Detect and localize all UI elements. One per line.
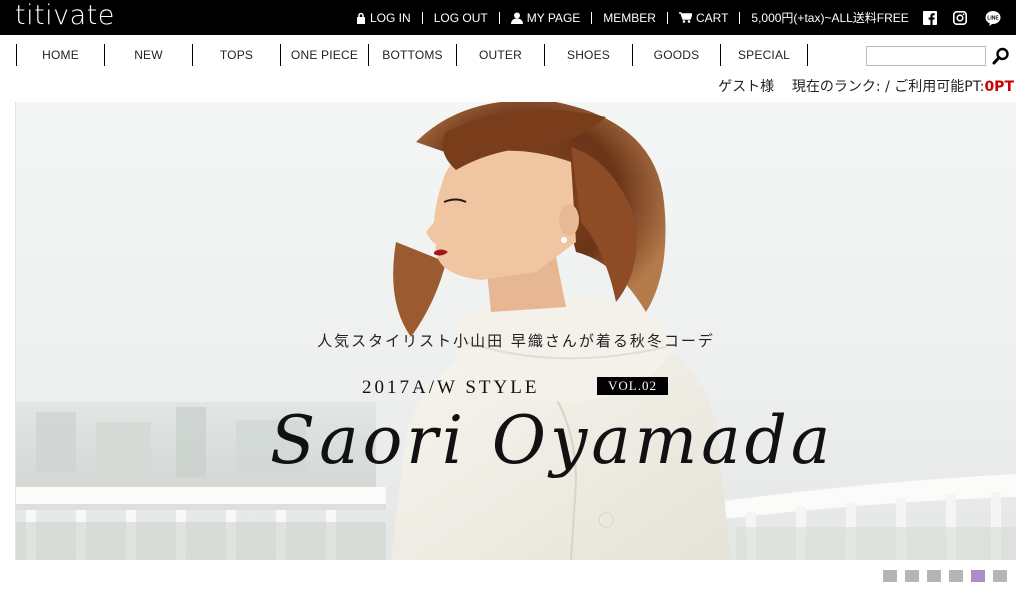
hero-banner[interactable]: 人気スタイリスト小山田 早織さんが着る秋冬コーデ 2017A/W STYLE V… [16,102,1016,560]
line-icon[interactable]: LINE [985,10,1001,26]
nav-tops[interactable]: TOPS [192,44,280,66]
nav-label: GOODS [653,48,700,62]
guest-name: ゲスト様 [718,79,775,95]
hero-caption: 人気スタイリスト小山田 早織さんが着る秋冬コーデ [317,332,715,350]
nav-label: SPECIAL [737,48,791,62]
slider-dot[interactable] [949,570,963,582]
instagram-icon[interactable] [953,11,967,25]
slider-pagination [883,570,1007,582]
main-nav: HOME NEW TOPS ONE PIECE BOTTOMS OUTER SH… [16,44,808,66]
logout-label: LOG OUT [433,10,488,25]
search-icon[interactable] [991,46,1011,66]
cart-icon [678,12,692,23]
cart-link[interactable]: CART [668,10,741,25]
nav-new[interactable]: NEW [104,44,192,66]
cart-label: CART [695,10,729,25]
rank-label: 現在のランク: / ご利用可能PT: [791,79,985,95]
nav-label: TOPS [219,48,254,62]
nav-bottoms[interactable]: BOTTOMS [368,44,456,66]
login-label: LOG IN [370,10,411,25]
hero-model-name: Saori Oyamada [270,402,835,479]
nav-label: SHOES [566,48,610,62]
lock-icon [357,12,365,24]
member-label: MEMBER [603,10,656,25]
search-input[interactable] [866,46,986,66]
nav-outer[interactable]: OUTER [456,44,544,66]
shipping-link[interactable]: 5,000円(+tax)~ALL送料FREE [740,12,919,24]
slider-dot[interactable] [927,570,941,582]
points-value: 0PT [984,79,1014,95]
site-logo[interactable]: titivate [15,2,115,30]
user-icon [510,12,523,24]
slider-dot[interactable] [905,570,919,582]
nav-goods[interactable]: GOODS [632,44,720,66]
hero-style-title: 2017A/W STYLE [362,377,540,398]
nav-label: HOME [42,48,79,62]
nav-one-piece[interactable]: ONE PIECE [280,44,368,66]
nav-label: NEW [134,48,163,62]
nav-special[interactable]: SPECIAL [720,44,808,66]
guest-status: ゲスト様 現在のランク: / ご利用可能PT:0PT [718,76,1014,96]
svg-text:LINE: LINE [987,16,999,22]
account-links: LOG IN LOG OUT MY PAGE MEMBER CART 5,000… [345,0,920,35]
mypage-link[interactable]: MY PAGE [500,10,593,25]
slider-edge [0,102,16,560]
logout-link[interactable]: LOG OUT [423,10,500,25]
facebook-icon[interactable] [923,11,937,25]
mypage-label: MY PAGE [526,10,581,25]
nav-label: OUTER [479,48,522,62]
shipping-label: 5,000円(+tax)~ALL送料FREE [751,10,909,25]
login-link[interactable]: LOG IN [345,10,423,25]
slider-dot-active[interactable] [971,570,985,582]
slider-dot[interactable] [883,570,897,582]
nav-shoes[interactable]: SHOES [544,44,632,66]
nav-home[interactable]: HOME [16,44,104,66]
member-link[interactable]: MEMBER [592,10,668,25]
vol-badge: VOL.02 [597,377,668,395]
nav-label: ONE PIECE [290,48,359,62]
top-bar: titivate LOG IN LOG OUT MY PAGE MEMBER C… [0,0,1016,35]
nav-label: BOTTOMS [382,48,443,62]
slider-dot[interactable] [993,570,1007,582]
